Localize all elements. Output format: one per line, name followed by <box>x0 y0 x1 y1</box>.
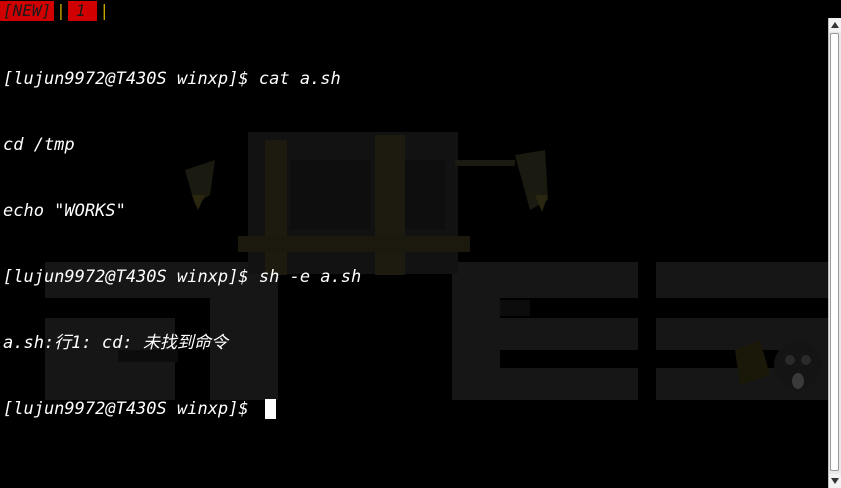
command-text: cat a.sh <box>258 69 341 89</box>
tab-1[interactable]: 1 <box>67 1 98 21</box>
output-text: echo "WORKS" <box>3 201 126 221</box>
scroll-thumb[interactable] <box>830 33 839 471</box>
vertical-scrollbar[interactable] <box>828 18 841 488</box>
terminal-output[interactable]: [lujun9972@T430S winxp]$ cat a.sh cd /tm… <box>3 24 361 464</box>
terminal-line: echo "WORKS" <box>3 200 361 222</box>
command-text: sh -e a.sh <box>258 267 362 287</box>
triangle-down-icon <box>831 478 839 484</box>
shell-prompt: [lujun9972@T430S winxp]$ <box>3 69 259 89</box>
scrollbar-top-gap <box>828 0 841 18</box>
terminal-line: [lujun9972@T430S winxp]$ <box>3 398 361 420</box>
terminal-line: cd /tmp <box>3 134 361 156</box>
scroll-up-button[interactable] <box>829 18 841 32</box>
error-output-text: a.sh:行1: cd: 未找到命令 <box>3 333 228 353</box>
triangle-up-icon <box>831 22 839 28</box>
tab-separator: | <box>56 1 66 20</box>
output-text: cd /tmp <box>3 135 75 155</box>
tab-bar: [NEW] | 1 | <box>0 0 111 22</box>
text-cursor <box>264 399 276 419</box>
terminal-line: a.sh:行1: cd: 未找到命令 <box>3 332 361 354</box>
scroll-down-button[interactable] <box>829 474 841 488</box>
terminal-window[interactable]: [NEW] | 1 | [lujun9972@T430S winxp]$ cat… <box>0 0 828 488</box>
shell-prompt: [lujun9972@T430S winxp]$ <box>3 399 259 419</box>
shell-prompt: [lujun9972@T430S winxp]$ <box>3 267 259 287</box>
tab-separator-trailing: | <box>99 1 110 20</box>
tab-new[interactable]: [NEW] <box>0 1 55 21</box>
terminal-line: [lujun9972@T430S winxp]$ sh -e a.sh <box>3 266 361 288</box>
terminal-line: [lujun9972@T430S winxp]$ cat a.sh <box>3 68 361 90</box>
